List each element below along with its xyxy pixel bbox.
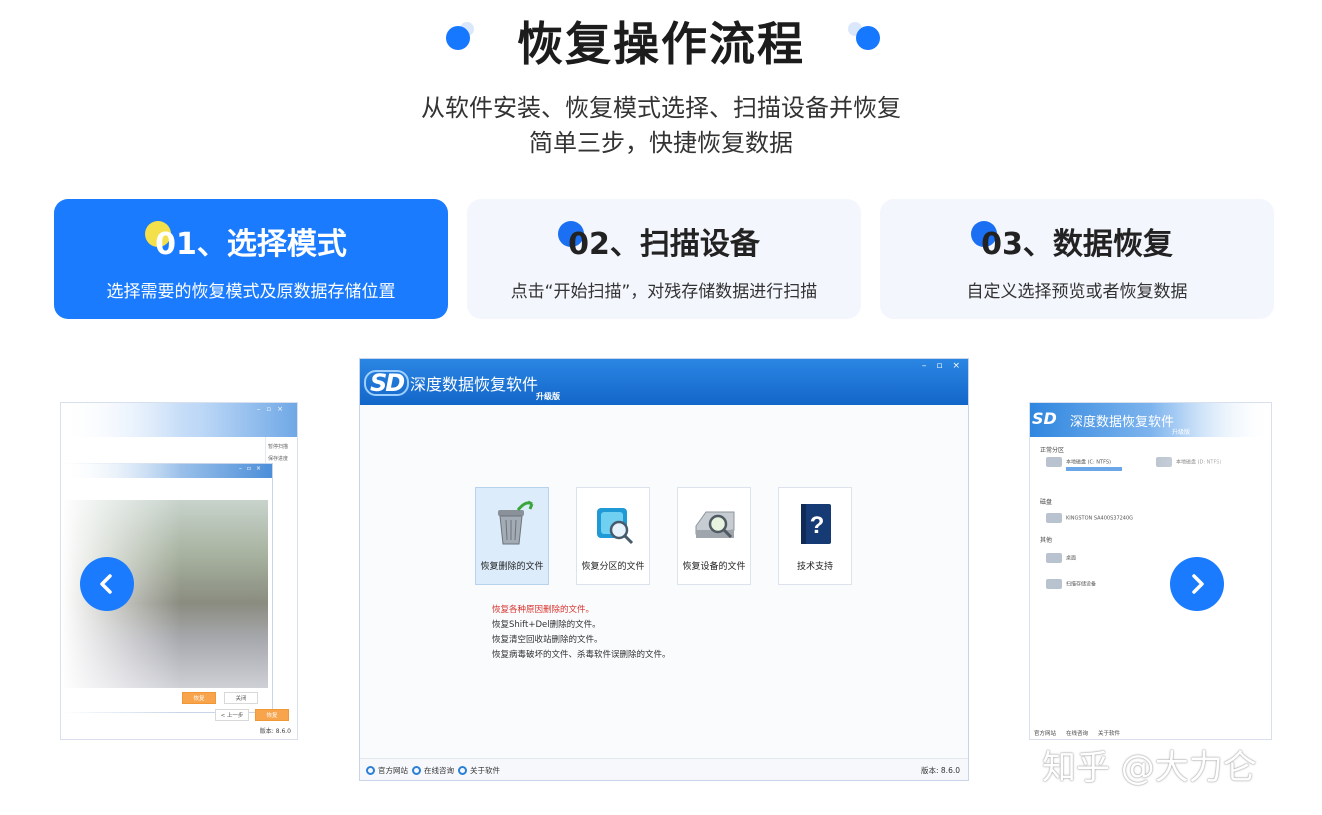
section-other: 其他 [1040, 537, 1053, 544]
online-consult-link[interactable]: 在线咨询 [1066, 729, 1088, 737]
tile-label: 技术支持 [796, 562, 833, 572]
step-desc: 选择需要的恢复模式及原数据存储位置 [106, 282, 396, 302]
mode-tile-tech-support[interactable]: ? 技术支持 [778, 487, 852, 585]
version-label: 版本: 8.6.0 [259, 728, 291, 735]
mode-description: 恢复各种原因删除的文件。 恢复Shift+Del删除的文件。 恢复清空回收站删除… [492, 603, 671, 663]
section-disk: 磁盘 [1040, 499, 1053, 506]
app-edition: 升级版 [536, 392, 560, 401]
recover-button[interactable]: 恢复 [182, 692, 216, 704]
page-title: 恢复操作流程 [517, 17, 805, 71]
preview-window-right: SD 深度数据恢复软件 升级版 正常分区 本地磁盘 (C: NTFS) 本地磁盘… [1029, 402, 1272, 740]
chat-icon [412, 766, 421, 775]
step-title: 01、选择模式 [145, 221, 347, 265]
titlebar: –▫× [61, 403, 297, 437]
info-icon [458, 766, 467, 775]
step-desc: 自定义选择预览或者恢复数据 [966, 282, 1188, 302]
app-window: SD 深度数据恢复软件 升级版 – ▫ × 恢复删除的文件 恢复分区的文件 恢复… [359, 358, 969, 781]
mode-tile-device-files[interactable]: 恢复设备的文件 [677, 487, 751, 585]
step-card-3[interactable]: 03、数据恢复 自定义选择预览或者恢复数据 [880, 199, 1274, 319]
device-scan-icon [695, 511, 735, 539]
app-titlebar: SD 深度数据恢复软件 升级版 – ▫ × [360, 359, 968, 405]
step-title: 03、数据恢复 [971, 221, 1173, 265]
mode-tile-deleted-files[interactable]: 恢复删除的文件 [475, 487, 549, 585]
app-name: 深度数据恢复软件 [1070, 415, 1175, 430]
description-line: 恢复各种原因删除的文件。 [492, 605, 595, 615]
chevron-left-icon [100, 574, 112, 594]
watermark: 知乎 @大力仑 [1042, 748, 1257, 788]
prev-step-button[interactable]: < 上一步 [215, 709, 249, 721]
mode-tile-partition-files[interactable]: 恢复分区的文件 [576, 487, 650, 585]
page-subtitle-line2: 简单三步，快捷恢复数据 [529, 129, 793, 157]
app-name: 深度数据恢复软件 [410, 375, 539, 394]
description-line: 恢复病毒破坏的文件、杀毒软件误删除的文件。 [492, 650, 671, 660]
minimize-icon[interactable]: – [922, 361, 927, 371]
drive-item[interactable]: 扫描存储设备 [1046, 579, 1096, 589]
about-link[interactable]: 关于软件 [458, 765, 500, 776]
tile-label: 恢复删除的文件 [480, 562, 544, 572]
decor-dot-right [848, 22, 880, 52]
chevron-right-icon [1192, 574, 1204, 594]
app-logo-icon: SD [364, 369, 410, 397]
page-subtitle-line1: 从软件安装、恢复模式选择、扫描设备并恢复 [421, 94, 901, 122]
section-normal-partition: 正常分区 [1040, 447, 1065, 454]
version-label: 版本: 8.6.0 [921, 766, 960, 775]
about-link[interactable]: 关于软件 [1098, 729, 1120, 737]
app-edition: 升级版 [1172, 429, 1191, 436]
drive-item[interactable]: KINGSTON SA400S37240G [1046, 513, 1133, 523]
official-site-link[interactable]: 官方网站 [1034, 729, 1056, 737]
step-desc: 点击“开始扫描”，对残存储数据进行扫描 [510, 282, 818, 302]
description-line: 恢复清空回收站删除的文件。 [492, 635, 603, 645]
official-site-link[interactable]: 官方网站 [366, 765, 408, 776]
drive-item[interactable]: 本地磁盘 (D: NTFS) [1156, 457, 1221, 467]
svg-text:?: ? [810, 512, 825, 539]
step-title: 02、扫描设备 [558, 221, 760, 265]
help-book-icon: ? [801, 504, 831, 544]
status-bar: 官方网站 在线咨询 关于软件 [1034, 729, 1120, 737]
restore-icon[interactable]: ▫ [936, 361, 942, 371]
carousel-prev-button[interactable] [80, 557, 134, 611]
status-bar: 官方网站 在线咨询 关于软件 版本: 8.6.0 [360, 758, 968, 780]
tile-label: 恢复分区的文件 [581, 562, 645, 572]
close-icon[interactable]: × [952, 361, 960, 371]
titlebar: SD 深度数据恢复软件 升级版 [1030, 403, 1271, 437]
drive-item[interactable]: 桌面 [1046, 553, 1076, 563]
app-logo-icon: SD [1032, 409, 1057, 428]
close-button[interactable]: 关闭 [224, 692, 258, 704]
carousel-next-button[interactable] [1170, 557, 1224, 611]
partition-scan-icon [597, 508, 634, 545]
description-line: 恢复Shift+Del删除的文件。 [492, 620, 601, 630]
pause-scan-button[interactable]: 暂停扫描 [268, 441, 295, 453]
drive-item[interactable]: 本地磁盘 (C: NTFS) [1046, 457, 1111, 467]
recover-main-button[interactable]: 恢复 [255, 709, 289, 721]
online-consult-link[interactable]: 在线咨询 [412, 765, 454, 776]
home-icon [366, 766, 375, 775]
tile-label: 恢复设备的文件 [682, 562, 746, 572]
step-card-2[interactable]: 02、扫描设备 点击“开始扫描”，对残存储数据进行扫描 [467, 199, 861, 319]
recycle-bin-icon [498, 500, 534, 545]
step-card-1[interactable]: 01、选择模式 选择需要的恢复模式及原数据存储位置 [54, 199, 448, 319]
